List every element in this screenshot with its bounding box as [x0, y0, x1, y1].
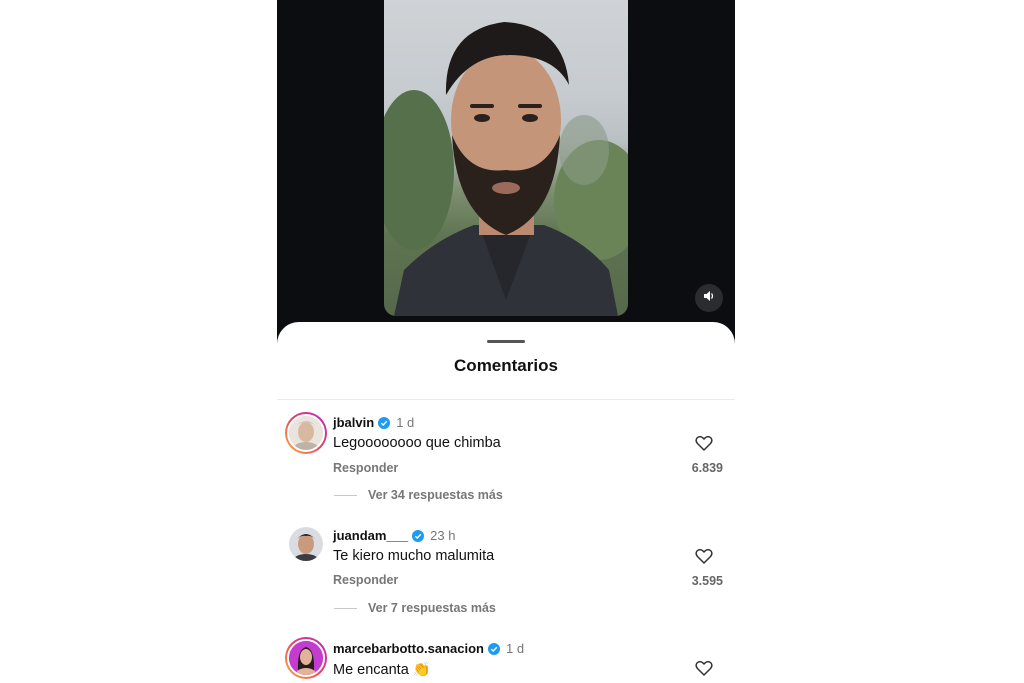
username-text[interactable]: juandam___ [333, 528, 408, 543]
volume-button[interactable] [695, 284, 723, 312]
video-frame[interactable] [384, 0, 628, 316]
comment-text: Te kiero mucho malumita [333, 548, 495, 564]
avatar[interactable] [289, 527, 323, 561]
replies-line [334, 495, 357, 496]
reply-button[interactable]: Responder [333, 573, 398, 587]
heart-icon[interactable] [695, 659, 713, 677]
reply-button[interactable]: Responder [333, 461, 398, 475]
replies-line [334, 608, 357, 609]
avatar-image [289, 527, 323, 561]
divider [277, 399, 735, 400]
avatar[interactable] [285, 412, 327, 454]
sheet-title: Comentarios [454, 356, 558, 375]
video-still-image [384, 22, 628, 316]
avatar-image [289, 641, 323, 675]
volume-icon [702, 289, 716, 308]
sheet-grabber[interactable] [487, 340, 525, 343]
like-count: 3.595 [691, 574, 723, 588]
username-text[interactable]: marcebarbotto.sanacion [333, 641, 484, 656]
view-more-replies[interactable]: Ver 7 respuestas más [368, 601, 496, 615]
comment-username[interactable]: jbalvin 1 d [333, 415, 414, 430]
heart-icon[interactable] [695, 547, 713, 565]
view-more-replies[interactable]: Ver 34 respuestas más [368, 488, 503, 502]
avatar-image [289, 416, 323, 450]
comment-time: 23 h [430, 528, 456, 543]
verified-badge-icon [488, 642, 500, 655]
username-text[interactable]: jbalvin [333, 415, 374, 430]
heart-icon[interactable] [695, 434, 713, 452]
phone-screen: Comentarios jbalvin 1 d Legoooooooo que … [277, 0, 735, 683]
verified-badge-icon [378, 416, 391, 429]
comment-time: 1 d [396, 415, 415, 430]
like-count: 6.839 [691, 461, 723, 475]
avatar[interactable] [285, 637, 327, 679]
comment-username[interactable]: juandam___ 23 h [333, 528, 455, 543]
video-player[interactable] [277, 0, 735, 345]
comment-time: 1 d [506, 641, 525, 656]
comments-sheet: Comentarios jbalvin 1 d Legoooooooo que … [277, 322, 735, 683]
comment-username[interactable]: marcebarbotto.sanacion 1 d [333, 641, 524, 656]
comment-text: Me encanta 👏 [333, 662, 431, 678]
verified-badge-icon [412, 529, 425, 542]
comment-text: Legoooooooo que chimba [333, 435, 501, 451]
